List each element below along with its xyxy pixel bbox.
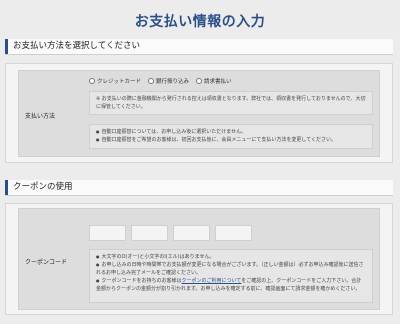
payment-options: クレジットカード 銀行振り込み 請求書払い xyxy=(89,77,232,85)
payment-section-heading: お支払い方法を選択してください xyxy=(5,39,393,54)
payment-bullet: 自動口座振替をご希望のお客様は、初回お支払後に、会員メニューにて支払い方法を変更… xyxy=(96,136,366,144)
coupon-code-input-3[interactable] xyxy=(173,225,210,241)
coupon-code-input-1[interactable] xyxy=(89,225,126,241)
coupon-bullet: 大文字のO(オー)と小文字のl(エル)はありません。 xyxy=(96,253,366,261)
radio-invoice[interactable]: 請求書払い xyxy=(196,77,232,85)
payment-bullets: 自動口座振替については、お申し込み後に選択いただけません。 自動口座振替をご希望… xyxy=(89,124,373,149)
coupon-inner: クーポンコード 大文字のO(オー)と小文字のl(エル)はありません。 お申し込み… xyxy=(18,208,380,310)
radio-circle-icon[interactable] xyxy=(89,78,95,84)
coupon-usage-link[interactable]: クーポンのご利用について xyxy=(182,278,242,284)
coupon-bullet: クーポンコードをお持ちのお客様はクーポンのご利用についてをご確認の上、クーポンコ… xyxy=(96,277,366,293)
coupon-code-inputs xyxy=(89,225,252,241)
coupon-bullet: お申し込みの日時や時間帯でお支払額が変更になる場合がございます。（正しい金額は）… xyxy=(96,261,366,277)
coupon-code-input-2[interactable] xyxy=(131,225,168,241)
page-title: お支払い情報の入力 xyxy=(134,14,266,30)
section-divider xyxy=(5,195,393,196)
section-divider xyxy=(5,54,393,55)
payment-receipt-note: ※ お支払いの際に金融機関から発行される控えは領収書となります。弊社では、領収書… xyxy=(89,91,373,115)
coupon-code-input-4[interactable] xyxy=(215,225,252,241)
radio-circle-icon[interactable] xyxy=(148,78,155,84)
coupon-panel: クーポンコード 大文字のO(オー)と小文字のl(エル)はありません。 お申し込み… xyxy=(5,203,393,315)
radio-label: 請求書払い xyxy=(204,79,232,85)
coupon-code-label: クーポンコード xyxy=(25,259,68,266)
coupon-notes: 大文字のO(オー)と小文字のl(エル)はありません。 お申し込みの日時や時間帯で… xyxy=(89,249,373,303)
coupon-section-heading: クーポンの使用 xyxy=(5,180,393,195)
coupon-bullet-text: クーポンコードをお持ちのお客様は xyxy=(101,278,182,284)
radio-label: 銀行振り込み xyxy=(156,79,190,85)
radio-circle-icon[interactable] xyxy=(196,78,203,84)
payment-bullet: 自動口座振替については、お申し込み後に選択いただけません。 xyxy=(96,128,366,136)
radio-label: クレジットカード xyxy=(97,79,142,85)
payment-method-label: 支払い方法 xyxy=(25,113,56,120)
radio-bank-transfer[interactable]: 銀行振り込み xyxy=(148,77,189,85)
receipt-note-text: ※ お支払いの際に金融機関から発行される控えは領収書となります。弊社では、領収書… xyxy=(96,96,366,110)
payment-panel: 支払い方法 クレジットカード 銀行振り込み 請求書払い ※ お支払いの際に金融機… xyxy=(5,63,393,163)
radio-credit-card[interactable]: クレジットカード xyxy=(89,77,141,85)
payment-inner: 支払い方法 クレジットカード 銀行振り込み 請求書払い ※ お支払いの際に金融機… xyxy=(18,70,380,157)
